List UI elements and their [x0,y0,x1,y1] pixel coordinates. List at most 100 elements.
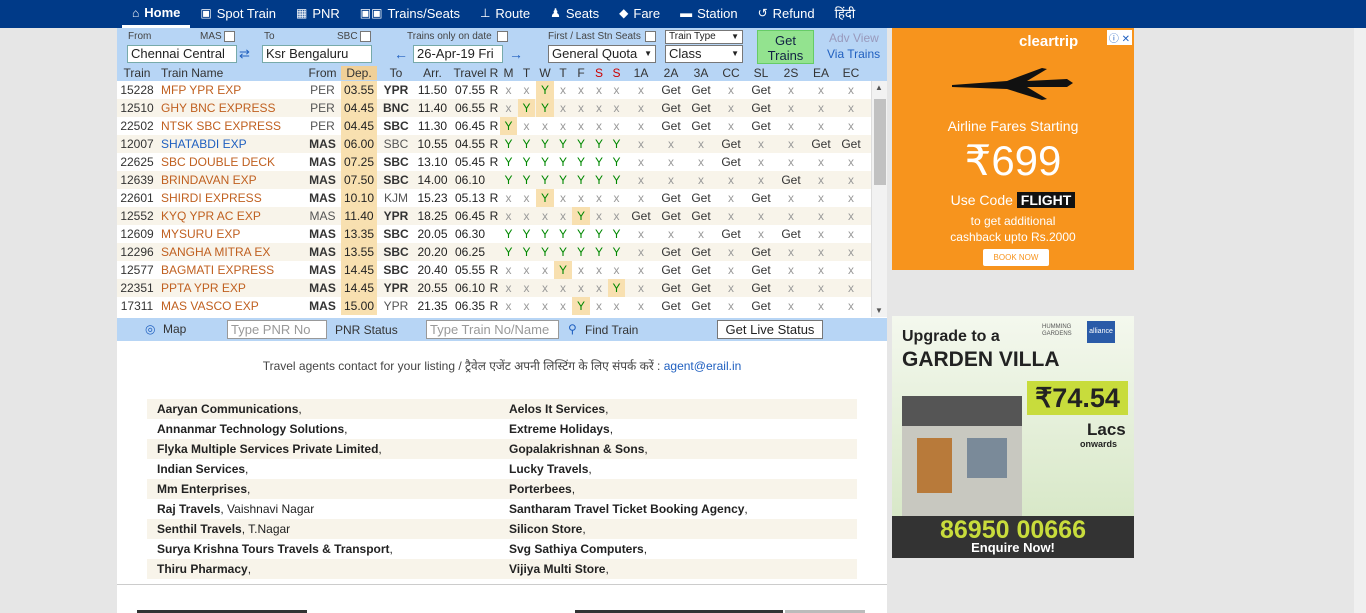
class-availability[interactable]: Get [746,117,776,135]
column-header[interactable]: CC [716,66,746,80]
nav-hindi[interactable]: हिंदी [825,0,866,26]
train-number[interactable]: 12609 [117,225,157,243]
agent-entry[interactable]: Flyka Multiple Services Private Limited, [157,439,382,459]
class-availability[interactable]: Get [746,297,776,315]
agent-entry[interactable]: Aelos It Services, [509,399,608,419]
table-row[interactable]: 22601 SHIRDI EXPRESS MAS 10.10 KJM 15.23 05.13… [117,189,871,207]
table-row[interactable]: 12510 GHY BNC EXPRESS PER 04.45 BNC 11.40 06.5… [117,99,871,117]
column-header[interactable]: Train Name [159,66,299,80]
train-number[interactable]: 12639 [117,171,157,189]
column-header[interactable]: R [488,66,500,80]
column-header[interactable]: Dep. [341,66,377,80]
nav-refund[interactable]: ↺ Refund [748,0,825,26]
nav-station[interactable]: ▬ Station [670,0,747,26]
class-availability[interactable]: Get [806,135,836,153]
table-row[interactable]: 12639 BRINDAVAN EXP MAS 07.50 SBC 14.00 06.10 Y… [117,171,871,189]
column-header[interactable]: 3A [686,66,716,80]
swap-stations-icon[interactable]: ⇄ [239,46,250,62]
agent-entry[interactable]: Lucky Travels, [509,459,592,479]
column-header[interactable]: 2S [776,66,806,80]
train-number[interactable]: 22625 [117,153,157,171]
garden-villa-ad[interactable]: ⓘ ✕ Upgrade to a GARDEN VILLA HUMMING GA… [892,316,1134,558]
next-date-icon[interactable]: → [509,46,523,62]
agent-entry[interactable]: Extreme Holidays, [509,419,613,439]
agent-email-link[interactable]: agent@erail.in [664,359,742,373]
column-header[interactable]: 2A [656,66,686,80]
class-availability[interactable]: Get [716,225,746,243]
train-name-link[interactable]: MFP YPR EXP [159,81,299,99]
class-availability[interactable]: Get [686,117,716,135]
table-row[interactable]: 12552 KYQ YPR AC EXP MAS 11.40 YPR 18.25 06.45… [117,207,871,225]
class-availability[interactable]: Get [686,279,716,297]
train-type-select[interactable]: Train Type [665,30,743,44]
agent-entry[interactable]: Vijiya Multi Store, [509,559,609,579]
via-trains-link[interactable]: Via Trains [827,47,880,61]
find-train-button[interactable]: Find Train [585,323,638,337]
column-header[interactable]: Arr. [415,66,450,80]
class-availability[interactable]: Get [656,297,686,315]
class-availability[interactable]: Get [656,117,686,135]
column-header[interactable]: M [500,66,517,80]
get-live-status-button[interactable]: Get Live Status [717,320,823,339]
agent-entry[interactable]: Aaryan Communications, [157,399,302,419]
class-availability[interactable]: Get [686,207,716,225]
column-header[interactable]: Train [117,66,157,80]
agent-entry[interactable]: Svg Sathiya Computers, [509,539,647,559]
table-row[interactable]: 12609 MYSURU EXP MAS 13.35 SBC 20.05 06.30 Y Y Y Y… [117,225,871,243]
train-number[interactable]: 15228 [117,81,157,99]
agent-entry[interactable]: Raj Travels, Vaishnavi Nagar [157,499,314,519]
train-name-link[interactable]: SBC DOUBLE DECK [159,153,299,171]
train-number[interactable]: 12510 [117,99,157,117]
prev-date-icon[interactable]: ← [394,46,408,62]
trains-only-checkbox[interactable] [497,31,508,42]
train-name-link[interactable]: GHY BNC EXPRESS [159,99,299,117]
table-row[interactable]: 22502 NTSK SBC EXPRESS PER 04.45 SBC 11.30 06.… [117,117,871,135]
table-row[interactable]: 12007 SHATABDI EXP MAS 06.00 SBC 10.55 04.55 R Y… [117,135,871,153]
train-number[interactable]: 22601 [117,189,157,207]
pnr-input[interactable]: Type PNR No [227,320,327,339]
agent-entry[interactable]: Thiru Pharmacy, [157,559,251,579]
column-header[interactable]: EC [836,66,866,80]
class-availability[interactable]: Get [656,207,686,225]
pnr-status-button[interactable]: PNR Status [335,323,398,337]
train-name-link[interactable]: SHATABDI EXP [159,135,299,153]
class-availability[interactable]: Get [686,189,716,207]
train-name-link[interactable]: MAS VASCO EXP [159,297,299,315]
train-name-link[interactable]: BRINDAVAN EXP [159,171,299,189]
column-header[interactable]: From [306,66,339,80]
train-name-link[interactable]: PPTA YPR EXP [159,279,299,297]
class-availability[interactable]: Get [656,243,686,261]
table-row[interactable]: 12577 BAGMATI EXPRESS MAS 14.45 SBC 20.40 05.5… [117,261,871,279]
nav-pnr[interactable]: ▦ PNR [286,0,350,26]
class-availability[interactable]: Get [746,99,776,117]
class-availability[interactable]: Get [746,81,776,99]
column-header[interactable]: To [379,66,413,80]
train-number[interactable]: 12577 [117,261,157,279]
agent-entry[interactable]: Porterbees, [509,479,575,499]
train-name-link[interactable]: SANGHA MITRA EX [159,243,299,261]
get-trains-button[interactable]: Get Trains [757,30,814,64]
ad2-enquire-button[interactable]: Enquire Now! [892,540,1134,555]
nav-trains-seats[interactable]: ▣▣ Trains/Seats [350,0,470,26]
class-availability[interactable]: Get [746,243,776,261]
nav-route[interactable]: ⊥ Route [470,0,540,26]
page-scrollbar[interactable] [1354,28,1366,613]
table-row[interactable]: 15228 MFP YPR EXP PER 03.55 YPR 11.50 07.55 Rx x… [117,81,871,99]
class-availability[interactable]: Get [656,99,686,117]
train-number[interactable]: 22351 [117,279,157,297]
nav-home[interactable]: ⌂ Home [122,0,191,28]
from-station-input[interactable]: Chennai Central [127,45,237,63]
table-scrollbar[interactable]: ▲ ▼ [871,81,887,317]
ad1-book-now-button[interactable]: BOOK NOW [983,249,1049,266]
train-search-input[interactable]: Type Train No/Name [426,320,559,339]
train-number[interactable]: 17311 [117,297,157,315]
train-name-link[interactable]: KYQ YPR AC EXP [159,207,299,225]
class-availability[interactable]: Get [746,189,776,207]
column-header[interactable]: Travel [452,66,488,80]
class-availability[interactable]: Get [686,99,716,117]
class-availability[interactable]: Get [776,225,806,243]
nav-fare[interactable]: ◆ Fare [609,0,670,26]
column-header[interactable]: 1A [626,66,656,80]
quota-select[interactable]: General Quota [548,45,656,63]
agent-entry[interactable]: Surya Krishna Tours Travels & Transport, [157,539,393,559]
